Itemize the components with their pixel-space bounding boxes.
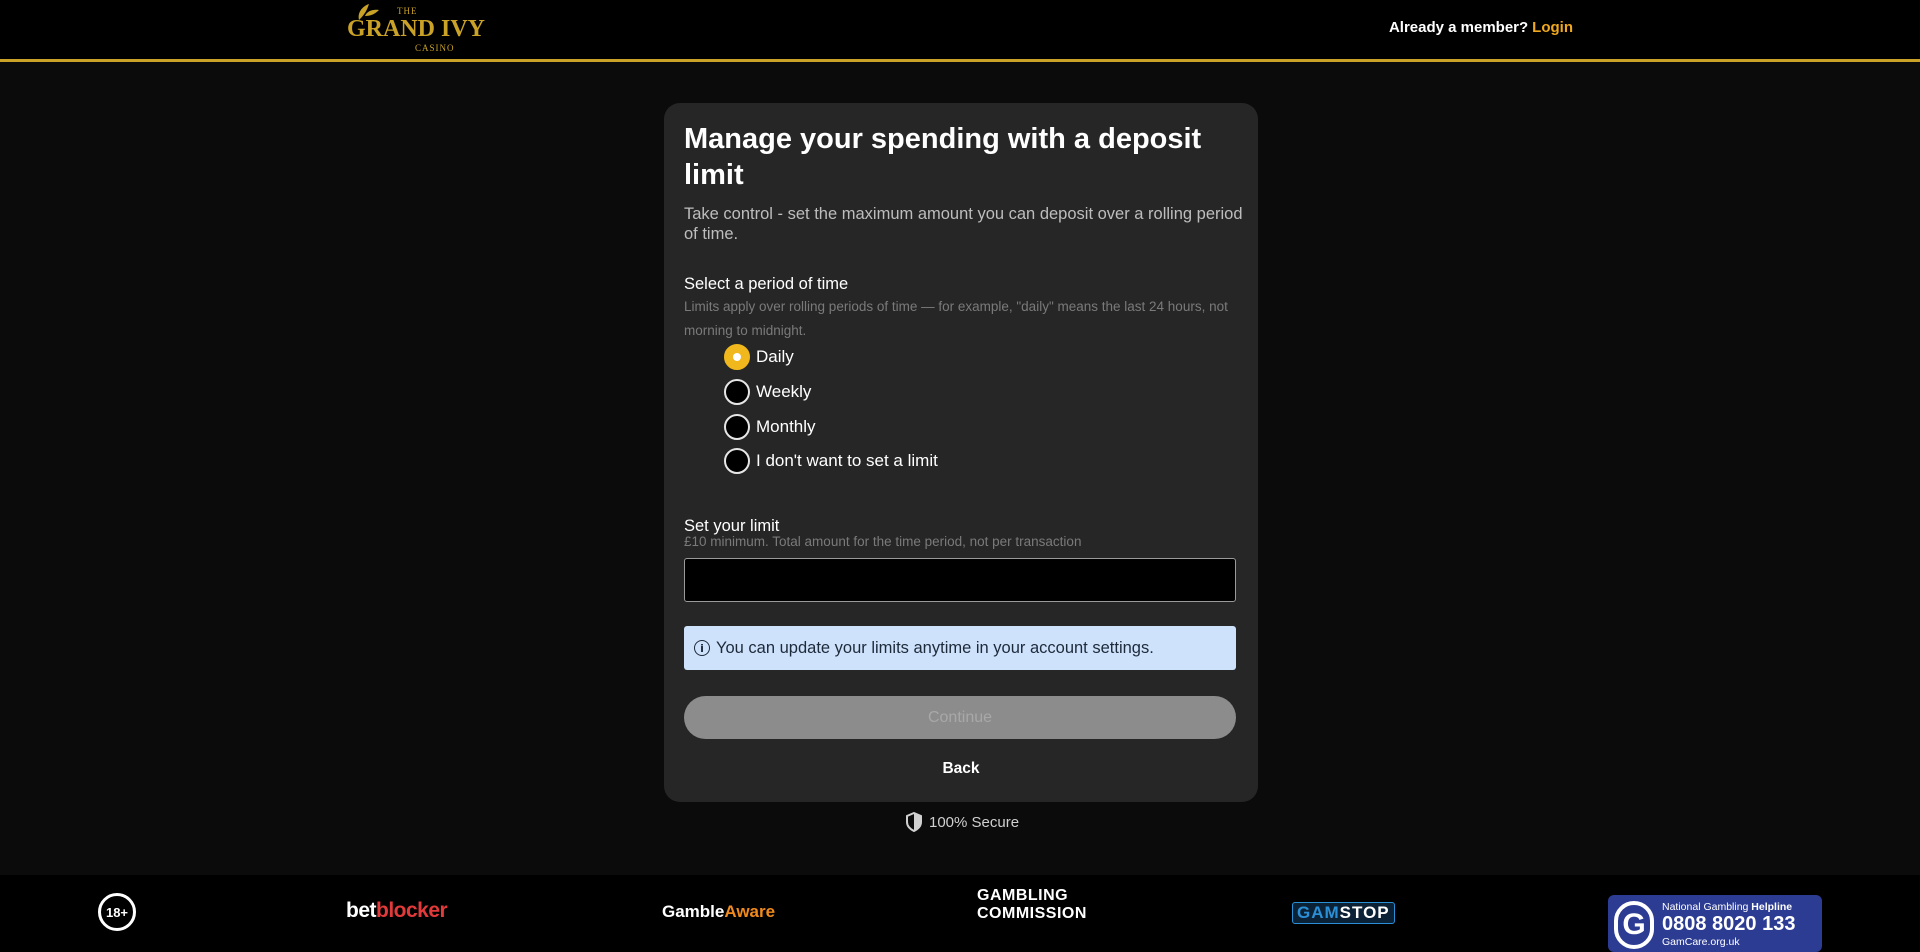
info-text: You can update your limits anytime in yo… — [716, 638, 1154, 657]
radio-label-daily: Daily — [756, 347, 794, 366]
info-icon: i — [694, 640, 710, 656]
period-hint: Limits apply over rolling periods of tim… — [684, 299, 1228, 338]
age-18-plus-icon: 18+ — [98, 893, 136, 931]
helpline-title-b: Helpline — [1751, 901, 1793, 913]
top-bar: THE GRAND IVY CASINO Already a member? Lo… — [0, 0, 1920, 62]
betblocker-text-a: bet — [346, 899, 377, 922]
limit-hint: £10 minimum. Total amount for the time p… — [684, 534, 1082, 549]
gamstop-text-a: GAM — [1297, 903, 1340, 922]
gamstop-text-b: STOP — [1339, 903, 1390, 922]
member-prompt: Already a member? Login — [1389, 19, 1573, 36]
gamcare-helpline-badge[interactable]: G National Gambling Helpline 0808 8020 1… — [1608, 895, 1822, 952]
period-label: Select a period of time — [684, 275, 849, 293]
gambleaware-text-b: Aware — [724, 902, 776, 921]
radio-label-no-limit: I don't want to set a limit — [756, 451, 938, 470]
commission-line-2: COMMISSION — [977, 905, 1087, 922]
secure-badge: 100% Secure — [905, 812, 1019, 832]
betblocker-logo[interactable]: betblocker — [346, 899, 448, 923]
logo-the: THE — [397, 6, 418, 16]
gambling-commission-logo[interactable]: GAMBLING COMMISSION — [977, 887, 1087, 923]
page-subtitle: Take control - set the maximum amount yo… — [684, 205, 1243, 243]
secure-text: 100% Secure — [929, 813, 1020, 831]
info-banner: i You can update your limits anytime in … — [684, 626, 1236, 670]
gamstop-logo[interactable]: GAMSTOP — [1292, 902, 1395, 924]
commission-line-1: GAMBLING — [977, 887, 1069, 904]
grand-ivy-logo[interactable]: THE GRAND IVY CASINO — [345, 2, 485, 56]
helpline-site: GamCare.org.uk — [1662, 936, 1740, 948]
deposit-limit-card: Manage your spending with a deposit limi… — [664, 103, 1258, 802]
radio-label-monthly: Monthly — [756, 417, 816, 436]
radio-button-monthly[interactable] — [724, 414, 750, 440]
radio-option-daily[interactable]: Daily — [724, 343, 794, 371]
radio-option-weekly[interactable]: Weekly — [724, 378, 811, 406]
helpline-number: 0808 8020 133 — [1662, 913, 1796, 935]
gambleaware-logo[interactable]: GambleAware — [662, 902, 775, 922]
radio-button-daily[interactable] — [724, 344, 750, 370]
radio-label-weekly: Weekly — [756, 382, 812, 401]
logo-name: GRAND IVY — [347, 16, 485, 42]
gambleaware-text-a: Gamble — [662, 902, 725, 921]
footer: 18+ betblocker GambleAware GAMBLING COMM… — [0, 875, 1920, 952]
limit-input[interactable] — [684, 558, 1236, 602]
radio-option-monthly[interactable]: Monthly — [724, 413, 816, 441]
login-link[interactable]: Login — [1532, 19, 1573, 36]
helpline-title-a: National Gambling — [1662, 901, 1752, 913]
shield-icon — [906, 812, 922, 832]
radio-option-no-limit[interactable]: I don't want to set a limit — [724, 447, 938, 475]
helpline-title: National Gambling Helpline — [1662, 901, 1792, 913]
continue-button[interactable]: Continue — [684, 696, 1236, 739]
page-title: Manage your spending with a deposit limi… — [684, 123, 1202, 191]
back-link[interactable]: Back — [664, 760, 1258, 778]
betblocker-text-b: blocker — [376, 899, 448, 922]
gamcare-g-icon: G — [1614, 901, 1654, 949]
member-text: Already a member? — [1388, 19, 1529, 36]
logo-sub: CASINO — [415, 43, 455, 53]
radio-button-no-limit[interactable] — [724, 448, 750, 474]
radio-button-weekly[interactable] — [724, 379, 750, 405]
